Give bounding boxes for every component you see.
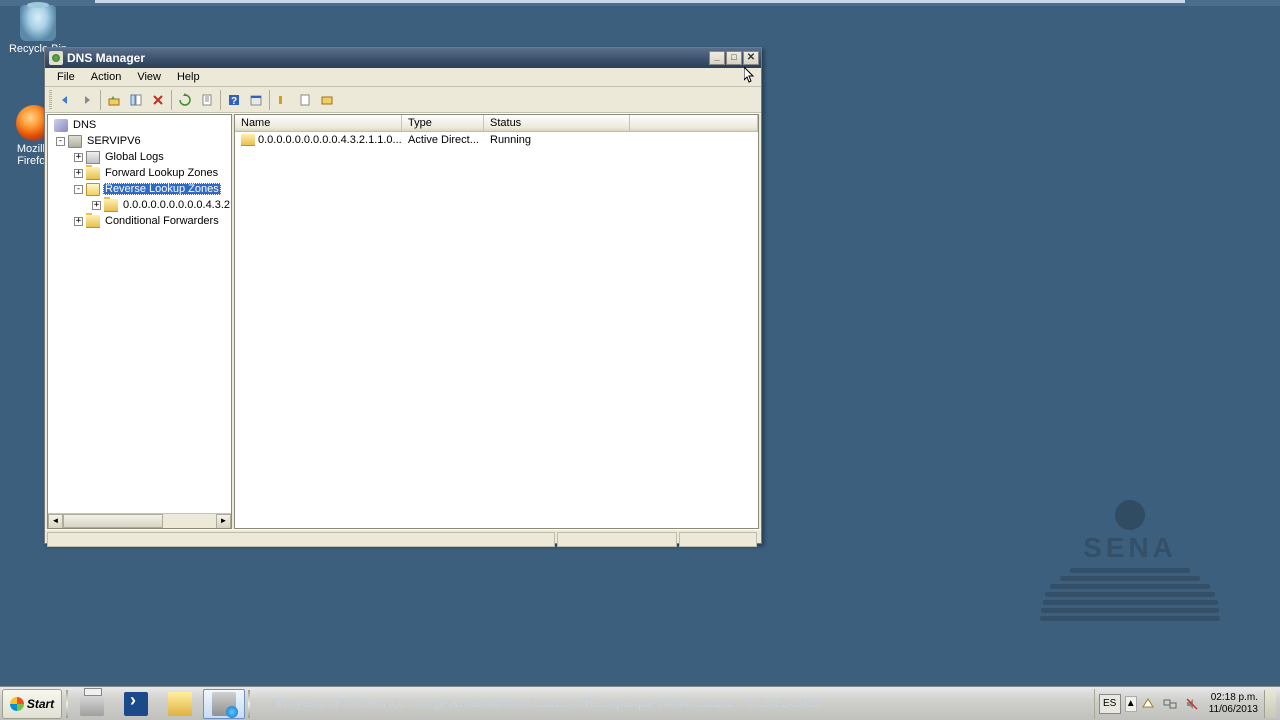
tray-expand-button[interactable]: ▲ [1125, 696, 1137, 712]
menu-view[interactable]: View [129, 69, 169, 85]
dns-icon [54, 119, 68, 132]
toggle-global-logs[interactable]: + [74, 153, 83, 162]
row-name: 0.0.0.0.0.0.0.0.0.4.3.2.1.1.0.... [258, 134, 402, 146]
language-button[interactable]: ES [1099, 694, 1121, 714]
volume-icon[interactable] [1184, 696, 1200, 712]
tree-pane: DNS - SERVIPV6 + Global Logs + Forward L… [47, 114, 232, 529]
folder-icon [86, 167, 100, 180]
statusbar [45, 529, 761, 549]
folder-icon [86, 215, 100, 228]
list-pane: Name Type Status 0.0.0.0.0.0.0.0.0.4.3.2… [234, 114, 759, 529]
sena-watermark: SENA [1040, 500, 1220, 670]
clock-date: 11/06/2013 [1209, 704, 1258, 716]
clock-time: 02:18 p.m. [1209, 692, 1258, 704]
dns-manager-window: DNS Manager _ □ ✕ File Action View Help … [44, 47, 762, 544]
status-pane-2 [557, 532, 677, 547]
tree-global-logs[interactable]: + Global Logs [48, 149, 231, 165]
quicklaunch-powershell[interactable] [115, 689, 157, 719]
show-hide-tree-button[interactable] [125, 89, 147, 111]
server-icon [68, 135, 82, 148]
toggle-conditional[interactable]: + [74, 217, 83, 226]
export-button[interactable] [196, 89, 218, 111]
start-label: Start [27, 697, 54, 711]
quicklaunch-printer[interactable] [71, 689, 113, 719]
network-icon[interactable] [1162, 696, 1178, 712]
folder-icon [104, 199, 118, 212]
status-pane-1 [47, 532, 555, 547]
refresh-button[interactable] [174, 89, 196, 111]
menu-action[interactable]: Action [83, 69, 130, 85]
new-zone-button[interactable] [272, 89, 294, 111]
menu-file[interactable]: File [49, 69, 83, 85]
server-manager-icon [212, 692, 236, 716]
powershell-icon [124, 692, 148, 716]
scroll-thumb[interactable] [63, 514, 163, 528]
up-button[interactable] [103, 89, 125, 111]
row-type: Active Direct... [402, 134, 484, 146]
status-pane-3 [679, 532, 757, 547]
col-header-extra[interactable] [630, 115, 758, 131]
col-header-type[interactable]: Type [402, 115, 484, 131]
menu-help[interactable]: Help [169, 69, 208, 85]
minimize-button[interactable]: _ [709, 51, 725, 65]
start-button[interactable]: Start [2, 689, 62, 719]
tree-server[interactable]: - SERVIPV6 [48, 133, 231, 149]
close-button[interactable]: ✕ [743, 51, 759, 65]
quicklaunch-explorer[interactable] [159, 689, 201, 719]
list-header: Name Type Status [235, 115, 758, 132]
folder-icon [241, 134, 255, 146]
toolbar-handle [49, 90, 52, 110]
delete-button[interactable] [147, 89, 169, 111]
start-orb-icon [10, 697, 24, 711]
taskbar: Start Proyecto IPV6 Service - Jorge Arma… [0, 686, 1280, 720]
col-header-status[interactable]: Status [484, 115, 630, 131]
scroll-right-button[interactable]: ► [216, 514, 231, 529]
log-icon [86, 151, 100, 164]
filter-button[interactable] [294, 89, 316, 111]
tree-reverse-zones[interactable]: - Reverse Lookup Zones [48, 181, 231, 197]
menubar: File Action View Help [45, 68, 761, 87]
tree-reverse-zone-item[interactable]: + 0.0.0.0.0.0.0.0.0.4.3.2. [48, 197, 231, 213]
row-status: Running [484, 134, 630, 146]
taskbar-title: Proyecto IPV6 Service - Jorge Armando So… [252, 696, 1094, 712]
toggle-reverse[interactable]: - [74, 185, 83, 194]
toolbar: ? [45, 87, 761, 113]
help-button[interactable]: ? [223, 89, 245, 111]
explorer-icon [168, 692, 192, 716]
col-header-name[interactable]: Name [235, 115, 402, 131]
new-record-button[interactable] [316, 89, 338, 111]
action-center-icon[interactable] [1140, 696, 1156, 712]
quicklaunch-server-manager[interactable] [203, 689, 245, 719]
tree-forward-zones[interactable]: + Forward Lookup Zones [48, 165, 231, 181]
toggle-server[interactable]: - [56, 137, 65, 146]
recycle-bin-icon [20, 5, 56, 41]
tree-scrollbar[interactable]: ◄ ► [48, 513, 231, 528]
window-title: DNS Manager [67, 51, 145, 65]
maximize-button[interactable]: □ [726, 51, 742, 65]
svg-text:?: ? [231, 96, 237, 107]
app-icon [49, 51, 63, 65]
printer-icon [80, 692, 104, 716]
back-button[interactable] [54, 89, 76, 111]
tree-conditional-forwarders[interactable]: + Conditional Forwarders [48, 213, 231, 229]
toggle-rev-zone[interactable]: + [92, 201, 101, 210]
folder-open-icon [86, 183, 100, 196]
titlebar[interactable]: DNS Manager _ □ ✕ [45, 48, 761, 68]
system-tray: ES ▲ 02:18 p.m. 11/06/2013 [1094, 689, 1280, 719]
clock[interactable]: 02:18 p.m. 11/06/2013 [1203, 692, 1264, 716]
tree-root-dns[interactable]: DNS [48, 117, 231, 133]
toggle-forward[interactable]: + [74, 169, 83, 178]
forward-button[interactable] [76, 89, 98, 111]
properties-button[interactable] [245, 89, 267, 111]
show-desktop-button[interactable] [1264, 690, 1276, 718]
scroll-left-button[interactable]: ◄ [48, 514, 63, 529]
list-row[interactable]: 0.0.0.0.0.0.0.0.0.4.3.2.1.1.0.... Active… [235, 132, 758, 148]
